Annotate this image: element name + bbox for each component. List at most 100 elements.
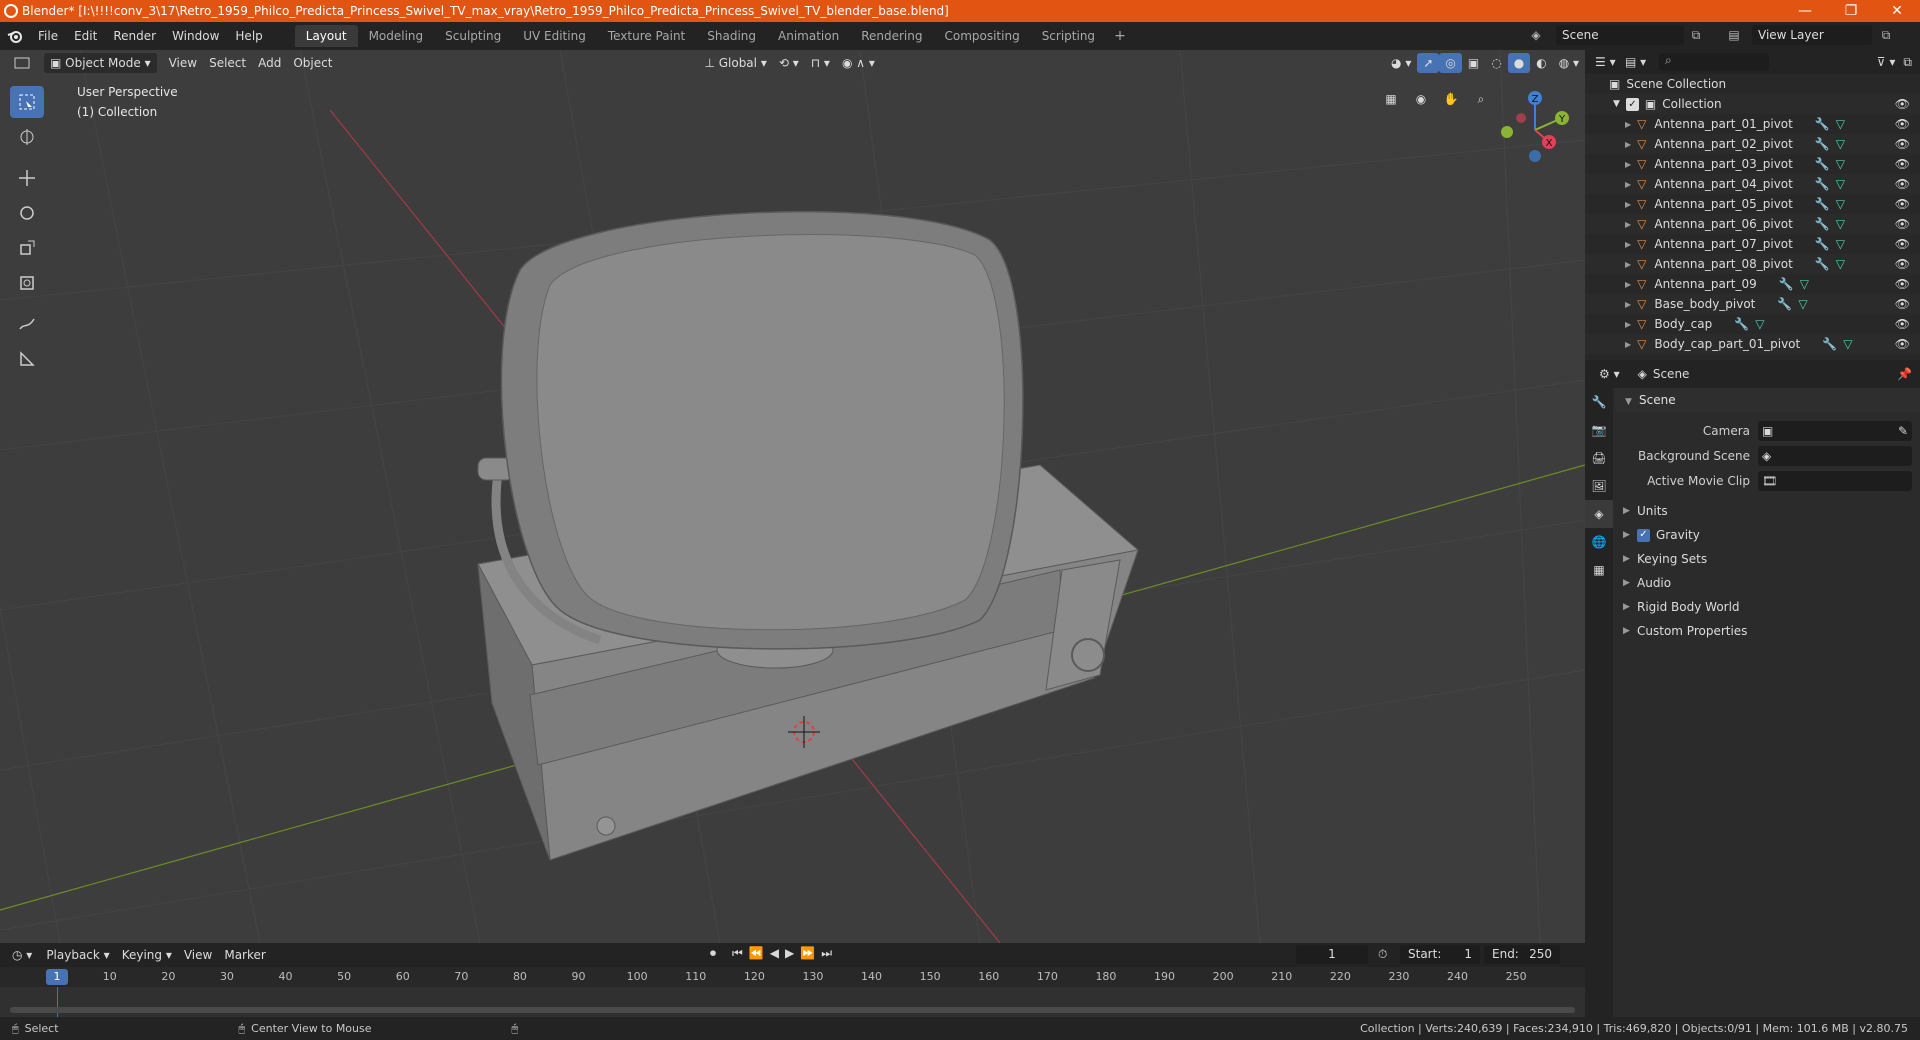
camera-view-icon[interactable]: ◉	[1408, 86, 1434, 112]
rotate-tool-icon[interactable]	[10, 197, 44, 229]
eye-icon[interactable]: 👁	[1895, 257, 1910, 271]
end-frame-field[interactable]: End: 250	[1484, 945, 1560, 964]
movie-clip-field[interactable]: 🎞	[1758, 470, 1912, 491]
scene-name-field[interactable]: Scene	[1556, 25, 1684, 45]
outliner-object-row[interactable]: ▶ ▽ Body_cap 🔧 ▽ 👁	[1585, 314, 1920, 334]
display-mode-icon[interactable]: ▤ ▾	[1625, 55, 1659, 69]
current-frame-marker[interactable]: 1	[46, 969, 68, 985]
eye-icon[interactable]: 👁	[1895, 177, 1910, 191]
view-layer-props-icon[interactable]: 🖼	[1585, 472, 1613, 500]
gravity-panel[interactable]: ▶ ✓ Gravity	[1615, 523, 1920, 547]
eye-icon[interactable]: 👁	[1895, 137, 1910, 151]
menu-playback[interactable]: Playback ▾	[40, 945, 115, 965]
outliner-object-row[interactable]: ▶ ▽ Base_body_pivot 🔧 ▽ 👁	[1585, 294, 1920, 314]
outliner-search-input[interactable]: ⌕	[1659, 53, 1769, 71]
zoom-icon[interactable]: ⌕	[1468, 86, 1494, 112]
select-box-icon[interactable]	[10, 86, 44, 118]
outliner-object-row[interactable]: ▶ ▽ Body_cap_part_01_pivot 🔧 ▽ 👁	[1585, 334, 1920, 354]
menu-select[interactable]: Select	[203, 53, 252, 73]
solid-shading-icon[interactable]: ●	[1507, 53, 1531, 73]
timeline-body[interactable]	[0, 987, 1585, 1017]
expand-icon[interactable]: ▶	[1625, 160, 1631, 169]
menu-marker[interactable]: Marker	[218, 945, 271, 965]
expand-icon[interactable]: ▶	[1625, 120, 1631, 129]
outliner-object-row[interactable]: ▶ ▽ Antenna_part_03_pivot 🔧 ▽ 👁	[1585, 154, 1920, 174]
mesh-data-icon[interactable]: ▽	[1836, 197, 1845, 211]
keying-sets-panel[interactable]: ▶ Keying Sets	[1615, 547, 1920, 571]
modifier-wrench-icon[interactable]: 🔧	[1815, 157, 1830, 171]
expand-icon[interactable]: ▶	[1625, 300, 1631, 309]
output-props-icon[interactable]: 🖨	[1585, 444, 1613, 472]
expand-icon[interactable]: ▶	[1625, 260, 1631, 269]
mesh-data-icon[interactable]: ▽	[1836, 237, 1845, 251]
modifier-wrench-icon[interactable]: 🔧	[1815, 177, 1830, 191]
texture-props-icon[interactable]: ▦	[1585, 556, 1613, 584]
mesh-data-icon[interactable]: ▽	[1836, 157, 1845, 171]
outliner-object-row[interactable]: ▶ ▽ Antenna_part_09 🔧 ▽ 👁	[1585, 274, 1920, 294]
eye-icon[interactable]: 👁	[1895, 277, 1910, 291]
scene-selector-icon[interactable]: ◈	[1526, 25, 1546, 45]
eye-icon[interactable]: 👁	[1895, 197, 1910, 211]
expand-icon[interactable]: ▶	[1625, 180, 1631, 189]
tv-model[interactable]	[0, 50, 1585, 943]
collapse-icon[interactable]: ▼	[1613, 99, 1620, 109]
expand-icon[interactable]: ▶	[1625, 340, 1631, 349]
visibility-icon[interactable]: ◕ ▾	[1385, 53, 1417, 73]
editor-type-icon[interactable]	[0, 56, 44, 70]
camera-field[interactable]: ▣ ✎	[1758, 420, 1912, 441]
outliner-object-row[interactable]: ▶ ▽ Antenna_part_08_pivot 🔧 ▽ 👁	[1585, 254, 1920, 274]
new-scene-icon[interactable]: ⧉	[1686, 25, 1706, 45]
render-props-icon[interactable]: 📷	[1585, 416, 1613, 444]
units-panel[interactable]: ▶ Units	[1615, 499, 1920, 523]
play-reverse-icon[interactable]: ◀	[770, 946, 779, 961]
stopwatch-icon[interactable]: ⏱	[1378, 947, 1387, 962]
tab-rendering[interactable]: Rendering	[850, 25, 933, 47]
mesh-data-icon[interactable]: ▽	[1836, 137, 1845, 151]
next-keyframe-icon[interactable]: ⏩	[800, 946, 815, 961]
menu-file[interactable]: File	[30, 25, 66, 47]
eye-icon[interactable]: 👁	[1895, 337, 1910, 351]
record-icon[interactable]: ⏺	[710, 946, 716, 961]
new-view-layer-icon[interactable]: ⧉	[1876, 25, 1896, 45]
3d-viewport[interactable]: ▣ Object Mode ▾ View Select Add Object ⊥…	[0, 50, 1585, 943]
background-scene-field[interactable]: ◈	[1758, 445, 1912, 466]
outliner-editor-icon[interactable]: ☰ ▾	[1595, 55, 1625, 69]
outliner-object-row[interactable]: ▶ ▽ Antenna_part_07_pivot 🔧 ▽ 👁	[1585, 234, 1920, 254]
menu-view[interactable]: View	[163, 53, 203, 73]
close-button[interactable]: ✕	[1874, 0, 1920, 22]
tab-layout[interactable]: Layout	[294, 25, 358, 47]
blender-logo-icon[interactable]	[0, 25, 30, 47]
scene-collection-row[interactable]: ▣ Scene Collection	[1585, 74, 1920, 94]
timeline-editor-icon[interactable]: ◷ ▾	[0, 948, 40, 962]
expand-icon[interactable]: ▶	[1625, 320, 1631, 329]
eye-icon[interactable]: 👁	[1895, 157, 1910, 171]
mesh-data-icon[interactable]: ▽	[1836, 117, 1845, 131]
exclude-checkbox[interactable]: ✓	[1625, 97, 1639, 111]
modifier-wrench-icon[interactable]: 🔧	[1815, 237, 1830, 251]
menu-keying[interactable]: Keying ▾	[116, 945, 178, 965]
timeline-ruler[interactable]: 1 10 20 30 40 50 60 70 80 90 100 110 120 130 140 150 160…	[0, 967, 1585, 987]
navigation-gizmo[interactable]: Z Y X	[1492, 80, 1582, 170]
mesh-data-icon[interactable]: ▽	[1755, 317, 1764, 331]
custom-properties-panel[interactable]: ▶ Custom Properties	[1615, 619, 1920, 643]
rendered-shading-icon[interactable]: ◍ ▾	[1553, 53, 1585, 73]
collection-row[interactable]: ▼ ✓ ▣ Collection 👁	[1585, 94, 1920, 114]
expand-icon[interactable]: ▶	[1625, 140, 1631, 149]
eye-icon[interactable]: 👁	[1895, 237, 1910, 251]
gravity-checkbox[interactable]: ✓	[1637, 528, 1650, 542]
pivot-icon[interactable]: ⟲ ▾	[773, 53, 805, 73]
menu-edit[interactable]: Edit	[66, 25, 105, 47]
menu-render[interactable]: Render	[105, 25, 164, 47]
tab-shading[interactable]: Shading	[696, 25, 767, 47]
orientation-dropdown[interactable]: ⊥ Global ▾	[698, 53, 772, 73]
outliner-object-row[interactable]: ▶ ▽ Antenna_part_05_pivot 🔧 ▽ 👁	[1585, 194, 1920, 214]
mesh-data-icon[interactable]: ▽	[1798, 297, 1807, 311]
menu-object[interactable]: Object	[287, 53, 338, 73]
start-frame-field[interactable]: Start: 1	[1400, 945, 1480, 964]
properties-editor-icon[interactable]: ⚙ ▾	[1585, 367, 1628, 381]
modifier-wrench-icon[interactable]: 🔧	[1815, 197, 1830, 211]
minimize-button[interactable]: —	[1782, 0, 1828, 22]
world-props-icon[interactable]: 🌐	[1585, 528, 1613, 556]
mesh-data-icon[interactable]: ▽	[1836, 217, 1845, 231]
cursor-tool-icon[interactable]	[10, 121, 44, 153]
